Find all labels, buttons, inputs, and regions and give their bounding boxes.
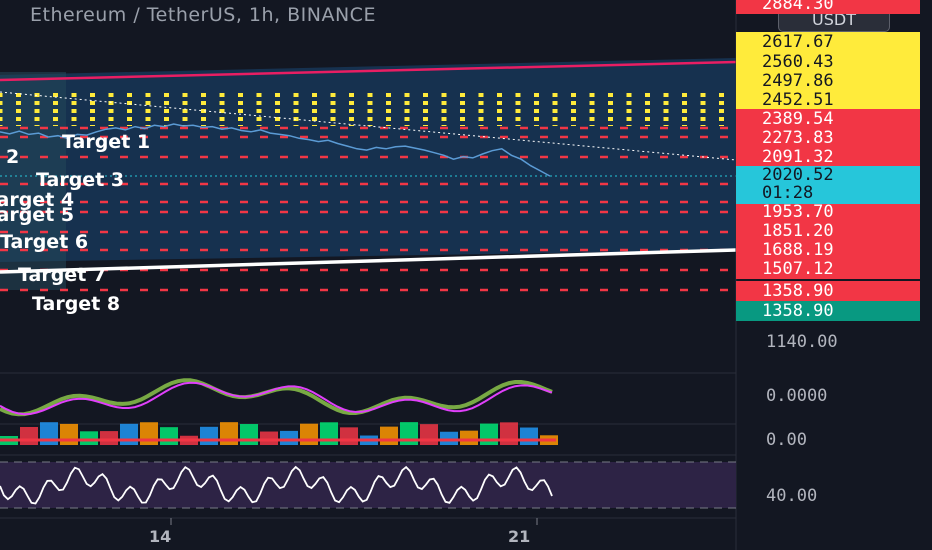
price-badge: 2389.54: [736, 109, 920, 129]
wave-trend-bar: [440, 431, 458, 445]
wave-trend-bar: [200, 426, 218, 445]
oscillator-line-a: [0, 381, 553, 416]
wave-trend-bar: [460, 430, 478, 445]
wave-trend-bar: [500, 422, 518, 445]
current-price-value: 2020.52: [762, 165, 834, 185]
price-badge: 1358.90: [736, 281, 920, 301]
axis-label-wave: 0.00: [766, 430, 807, 450]
price-badge: 1953.70: [736, 202, 920, 222]
price-badge: 1851.20: [736, 221, 920, 241]
price-badge: 2497.86: [736, 71, 920, 91]
price-badge: 2560.43: [736, 52, 920, 72]
price-badge: 1688.19: [736, 240, 920, 260]
wave-trend-bar: [280, 430, 298, 445]
wave-trend-bar: [480, 423, 498, 445]
x-label-21: 21: [508, 527, 531, 546]
wave-trend-bar: [520, 427, 538, 445]
price-badge: 2452.51: [736, 90, 920, 110]
wave-trend-bar: [140, 422, 158, 445]
bar-countdown: 01:28: [762, 183, 814, 203]
target-3-label: Target 3: [36, 169, 125, 191]
wave-trend-bar: [320, 422, 338, 445]
price-badge: 2617.67: [736, 32, 920, 52]
wave-trend-bar: [120, 423, 138, 445]
wave-trend-bar: [260, 431, 278, 445]
target-8-label: Target 8: [32, 293, 121, 315]
wave-trend-bar: [100, 431, 118, 445]
target-2-label: 2: [6, 146, 20, 168]
wave-trend-bar: [380, 426, 398, 445]
chart-title: Ethereum / TetherUS, 1h, BINANCE: [30, 4, 376, 26]
axis-label-rsi: 40.00: [766, 486, 818, 506]
wave-trend-bar: [240, 424, 258, 445]
wave-trend-histogram: [0, 422, 558, 445]
current-price-badge: 2020.52 01:28: [736, 166, 920, 204]
price-badge: 1507.12: [736, 259, 920, 279]
target-5-label: Target 5: [0, 204, 75, 226]
axis-label-oscillator: 0.0000: [766, 386, 828, 406]
wave-trend-bar: [60, 423, 78, 445]
wave-trend-bar: [40, 422, 58, 445]
wave-trend-bar: [220, 422, 238, 445]
price-badge: 2273.83: [736, 128, 920, 148]
wave-trend-bar: [160, 427, 178, 445]
price-badge: 1358.90: [736, 301, 920, 321]
rsi-band: [0, 462, 736, 508]
target-7-label: Target 7: [18, 264, 107, 286]
wave-trend-bar: [420, 424, 438, 445]
axis-label-price: 1140.00: [766, 332, 838, 352]
wave-trend-bar: [300, 423, 318, 445]
target-6-label: Target 6: [0, 231, 89, 253]
target-1-label: Target 1: [62, 131, 151, 153]
x-label-14: 14: [149, 527, 172, 546]
wave-trend-bar: [340, 427, 358, 445]
wave-trend-bar: [20, 426, 38, 445]
price-badge: 2884.30: [736, 0, 920, 14]
wave-trend-bar: [80, 431, 98, 445]
wave-trend-bar: [400, 422, 418, 445]
price-badge: 2091.32: [736, 147, 920, 167]
